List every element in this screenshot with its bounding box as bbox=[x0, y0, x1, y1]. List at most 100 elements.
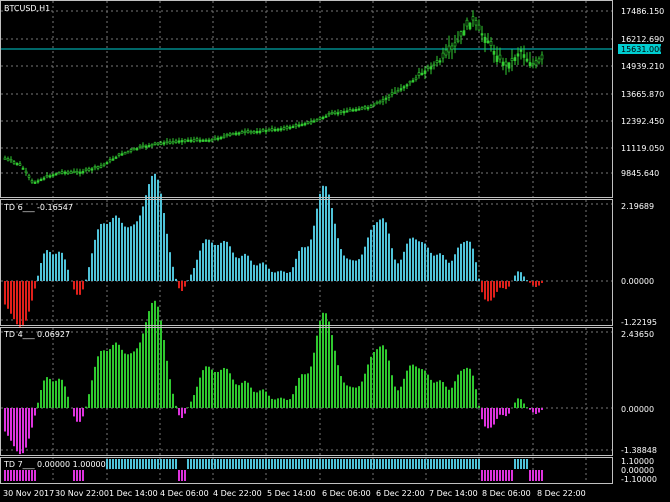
histogram-bar bbox=[523, 403, 525, 408]
binary-bar bbox=[451, 459, 453, 469]
candle-body bbox=[411, 80, 415, 83]
histogram-bar bbox=[283, 398, 285, 408]
histogram-bar bbox=[226, 368, 228, 408]
candle-body bbox=[438, 60, 442, 63]
histogram-bar bbox=[523, 276, 525, 281]
histogram-bar bbox=[436, 381, 438, 408]
histogram-bar bbox=[385, 222, 387, 281]
candle-body bbox=[123, 152, 127, 155]
binary-bar bbox=[496, 470, 498, 481]
binary-bar bbox=[406, 459, 408, 469]
binary-bar bbox=[454, 459, 456, 469]
binary-bar bbox=[193, 459, 195, 469]
histogram-bar bbox=[508, 408, 510, 414]
candle-body bbox=[258, 130, 262, 133]
binary-bar bbox=[274, 459, 276, 469]
binary-bar bbox=[181, 470, 183, 481]
histogram-bar bbox=[400, 259, 402, 281]
binary-bar bbox=[343, 459, 345, 469]
candle-body bbox=[327, 113, 331, 116]
candle-body bbox=[303, 123, 307, 126]
histogram-bar bbox=[94, 366, 96, 408]
histogram-bar bbox=[220, 369, 222, 408]
histogram-bar bbox=[91, 253, 93, 281]
histogram-bar bbox=[475, 262, 477, 281]
binary-bar bbox=[223, 459, 225, 469]
histogram-bar bbox=[295, 385, 297, 408]
histogram-bar bbox=[79, 408, 81, 422]
candle-body bbox=[30, 180, 34, 183]
binary-bar bbox=[202, 459, 204, 469]
price-tick: 9845.640 bbox=[621, 169, 659, 178]
histogram-bar bbox=[217, 244, 219, 281]
candle-body bbox=[450, 45, 454, 50]
histogram-bar bbox=[307, 373, 309, 408]
candle-body bbox=[198, 139, 202, 142]
candle-body bbox=[282, 127, 286, 130]
time-axis[interactable]: 30 Nov 2017 30 Nov 22:00 1 Dec 14:00 4 D… bbox=[3, 489, 586, 498]
histogram-bar bbox=[13, 281, 15, 320]
binary-bar bbox=[535, 470, 537, 481]
histogram-bar bbox=[490, 281, 492, 301]
candle-body bbox=[378, 101, 382, 104]
histogram-bar bbox=[40, 263, 42, 281]
binary-bar bbox=[541, 470, 543, 481]
histogram-bar bbox=[370, 229, 372, 281]
candle-body bbox=[459, 31, 463, 37]
histogram-bar bbox=[100, 223, 102, 281]
candle-body bbox=[381, 99, 385, 102]
candle-body bbox=[279, 128, 283, 131]
histogram-bar bbox=[262, 262, 264, 281]
histogram-bar bbox=[538, 281, 540, 286]
candle-body bbox=[165, 140, 169, 143]
binary-bar bbox=[4, 470, 6, 481]
candle-body bbox=[162, 142, 166, 145]
histogram-bar bbox=[415, 366, 417, 408]
binary-bar bbox=[28, 470, 30, 481]
binary-bar bbox=[442, 459, 444, 469]
histogram-bar bbox=[67, 396, 69, 408]
histogram-bar bbox=[154, 173, 156, 281]
binary-bar bbox=[418, 459, 420, 469]
binary-bar bbox=[136, 459, 138, 469]
candle-body bbox=[210, 139, 214, 142]
binary-bar bbox=[322, 459, 324, 469]
histogram-bar bbox=[541, 408, 543, 410]
histogram-bar bbox=[289, 399, 291, 408]
candle-body bbox=[9, 159, 13, 162]
binary-bar bbox=[367, 459, 369, 469]
candle-body bbox=[444, 49, 448, 56]
histogram-bar bbox=[211, 242, 213, 281]
histogram-bar bbox=[10, 281, 12, 314]
histogram-bar bbox=[235, 384, 237, 408]
candle-body bbox=[222, 135, 226, 138]
candle-body bbox=[3, 157, 7, 160]
histogram-bar bbox=[88, 394, 90, 408]
histogram-bar bbox=[160, 320, 162, 408]
candle-body bbox=[54, 173, 58, 176]
histogram-bar bbox=[55, 253, 57, 281]
histogram-bar bbox=[532, 408, 534, 413]
binary-bar bbox=[505, 470, 507, 481]
histogram-bar bbox=[169, 252, 171, 281]
histogram-bar bbox=[46, 377, 48, 408]
current-price-label: 15631.000 bbox=[621, 45, 664, 54]
binary-bar bbox=[319, 459, 321, 469]
binary-bar bbox=[517, 459, 519, 469]
binary-bar bbox=[151, 459, 153, 469]
histogram-bar bbox=[541, 281, 543, 283]
histogram-bar bbox=[52, 381, 54, 408]
trading-chart[interactable]: BTCUSD,H1 TD 6___ -0.16547 TD 4___ 0.069… bbox=[0, 0, 670, 502]
histogram-bar bbox=[418, 241, 420, 281]
candle-body bbox=[453, 42, 457, 47]
histogram-bar bbox=[379, 219, 381, 281]
symbol-label: BTCUSD,H1 bbox=[4, 4, 50, 13]
binary-bar bbox=[142, 459, 144, 469]
binary-bar bbox=[169, 459, 171, 469]
histogram-bar bbox=[157, 306, 159, 408]
histogram-bar bbox=[376, 222, 378, 281]
histogram-bar bbox=[484, 408, 486, 427]
histogram-bar bbox=[97, 229, 99, 281]
candle-body bbox=[333, 111, 337, 114]
candle-body bbox=[153, 142, 157, 145]
